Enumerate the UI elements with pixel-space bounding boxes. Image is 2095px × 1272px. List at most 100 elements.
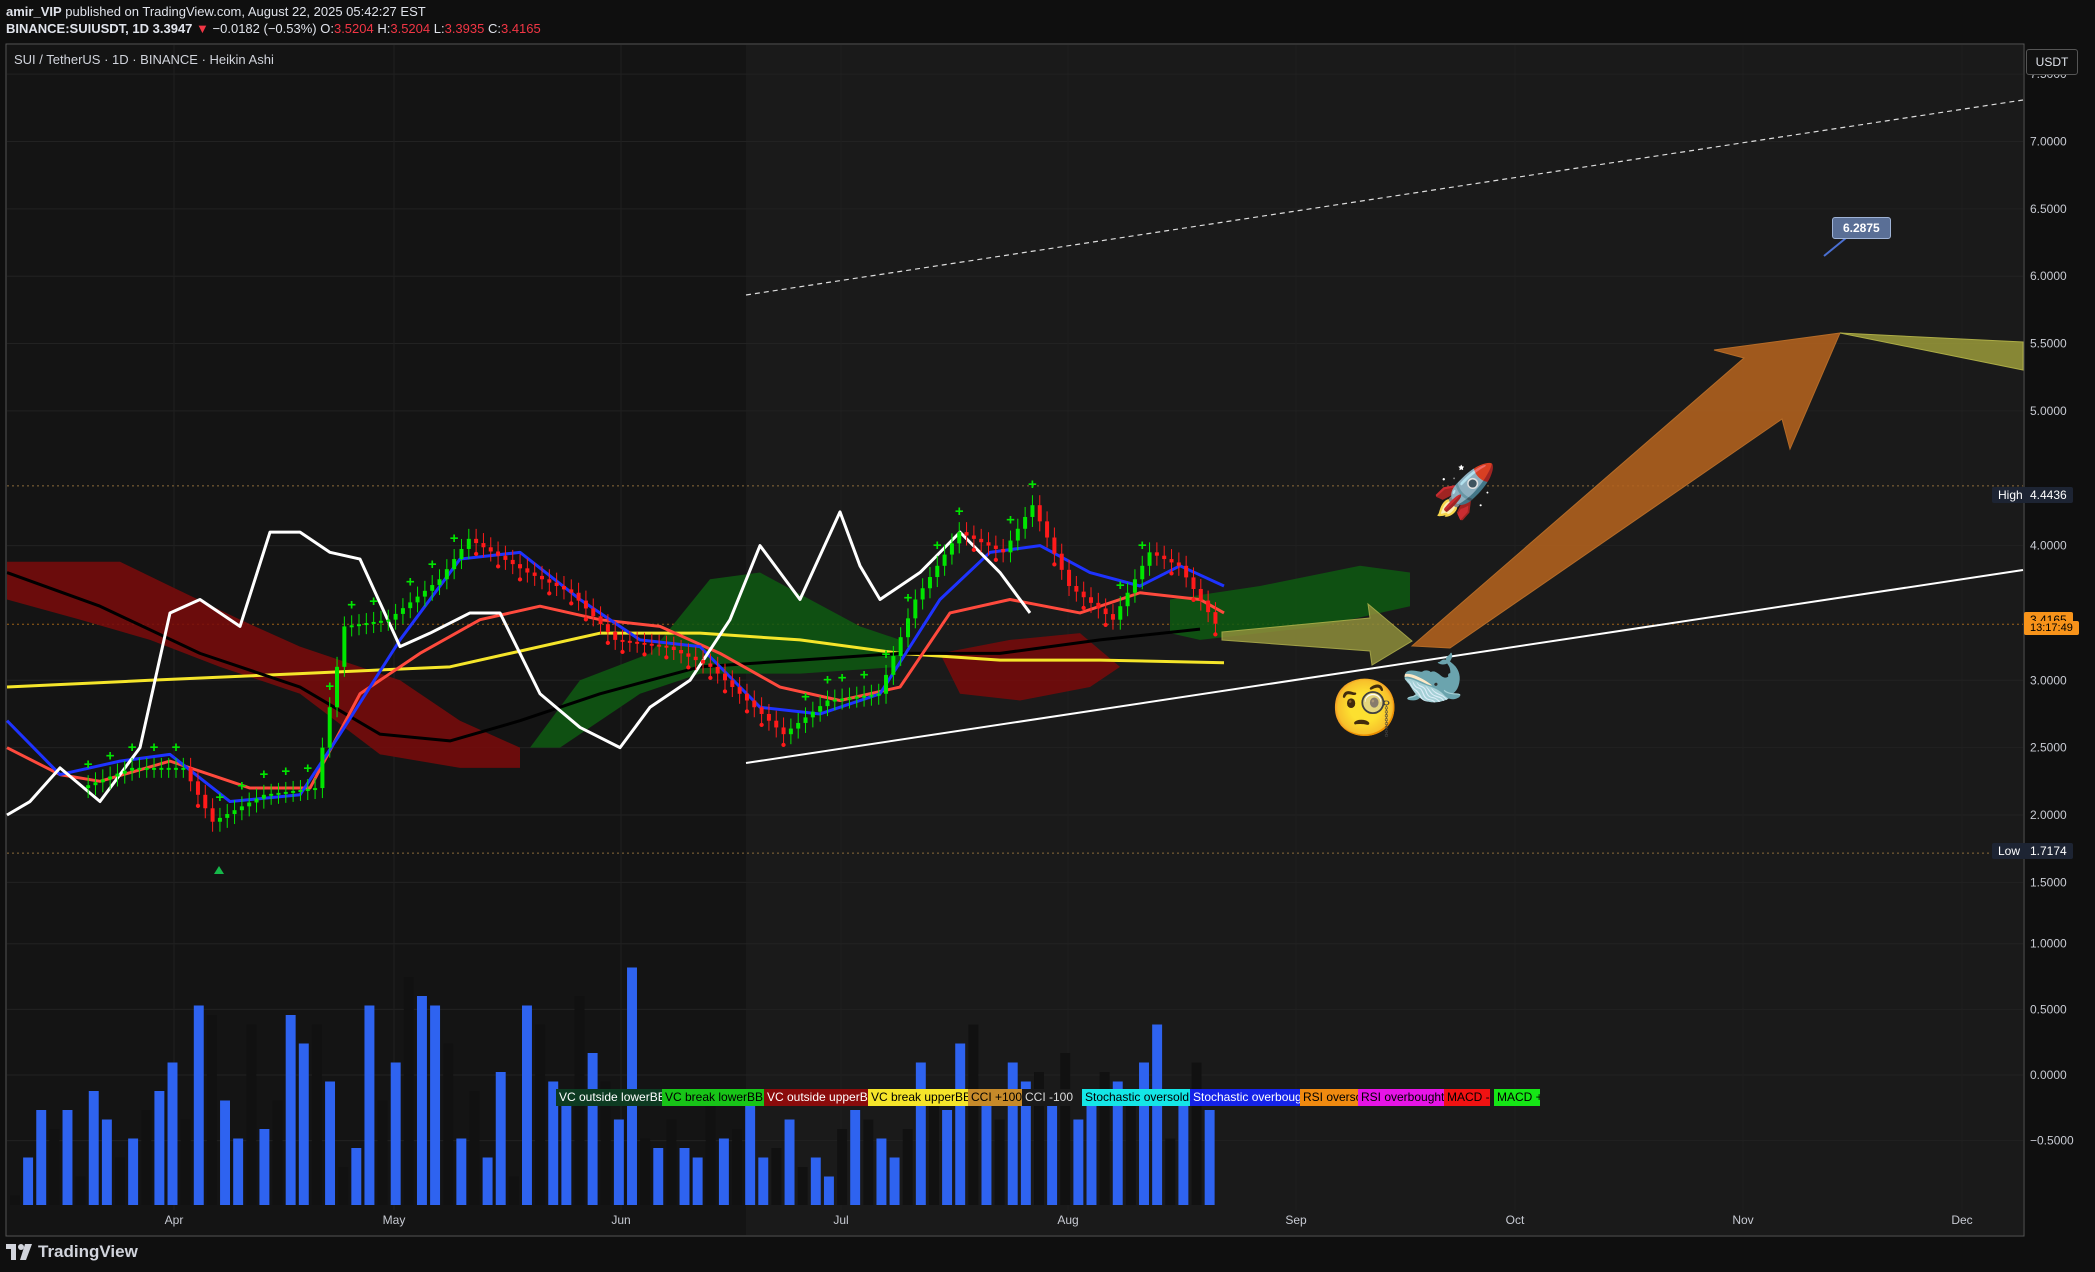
volume-bar <box>272 1100 283 1205</box>
volume-bar <box>482 1157 493 1205</box>
bear-dot-marker: • <box>547 586 552 603</box>
bull-cross-marker: + <box>450 530 459 547</box>
rocket-icon[interactable]: 🚀 <box>1432 462 1497 522</box>
time-tick-label: Dec <box>1951 1213 1972 1227</box>
volume-bar <box>233 1138 244 1205</box>
bull-cross-marker: + <box>106 748 115 765</box>
bear-dot-marker: • <box>1191 592 1196 609</box>
candle-body <box>496 551 501 556</box>
volume-bar <box>325 1081 336 1205</box>
signal-stochastic-overbought: Stochastic overbought <box>1190 1089 1304 1106</box>
candle-body <box>657 644 662 647</box>
candle-body <box>942 554 947 566</box>
candle-body <box>803 717 808 723</box>
candle-body <box>122 770 127 774</box>
bull-cross-marker: + <box>128 739 137 756</box>
whale-icon[interactable]: 🐋 <box>1400 648 1465 708</box>
signal-vc-outside-lowerbb: VC outside lowerBB <box>556 1089 666 1106</box>
volume-bar <box>613 1119 624 1205</box>
candle-body <box>357 624 361 627</box>
volume-bar <box>653 1148 664 1205</box>
volume-bar <box>443 1043 454 1205</box>
volume-bar <box>36 1110 47 1205</box>
candle-body <box>203 794 208 809</box>
price-tick-label: 1.5000 <box>2030 875 2067 889</box>
candle-body <box>1067 569 1072 587</box>
candle-body <box>400 608 405 614</box>
volume-bar <box>193 1005 204 1205</box>
volume-bar <box>942 1110 953 1205</box>
candle-body <box>701 660 706 664</box>
chart-legend[interactable]: SUI / TetherUS · 1D · BINANCE · Heikin A… <box>14 52 274 67</box>
candle-body <box>378 620 383 623</box>
candle-body <box>583 600 588 609</box>
candle-body <box>437 579 442 586</box>
candle-body <box>554 582 559 587</box>
candle-body <box>1176 562 1181 566</box>
candle-body <box>752 700 757 708</box>
candle-body <box>210 808 215 822</box>
candle-body <box>276 792 281 795</box>
time-tick-label: Jul <box>833 1213 848 1227</box>
bull-cross-marker: + <box>347 596 356 613</box>
candle-body <box>459 548 464 560</box>
bear-dot-marker: • <box>722 683 727 700</box>
volume-bar <box>311 1024 322 1205</box>
candle-body <box>986 542 991 546</box>
candle-body <box>525 568 530 573</box>
candle-body <box>1059 553 1064 570</box>
bull-cross-marker: + <box>1138 537 1147 554</box>
volume-bar <box>876 1138 887 1205</box>
price-tick-label: 2.5000 <box>2030 741 2067 755</box>
volume-bar <box>705 1100 716 1205</box>
bull-cross-marker: + <box>955 503 964 520</box>
bear-dot-marker: • <box>605 635 610 652</box>
candle-body <box>927 577 932 589</box>
candle-body <box>488 547 493 552</box>
candle-body <box>444 569 449 580</box>
volume-bar <box>1204 1110 1215 1205</box>
volume-bar <box>732 1129 742 1205</box>
monocle-face-icon[interactable]: 🧐 <box>1330 676 1400 740</box>
candle-body <box>269 793 274 796</box>
currency-button[interactable]: USDT <box>2026 49 2078 75</box>
candle-body <box>891 656 896 675</box>
candle-body <box>561 586 566 590</box>
bull-cross-marker: + <box>801 688 810 705</box>
candle-body <box>1213 612 1218 624</box>
candle-body <box>195 781 200 795</box>
target-price-label[interactable]: 6.2875 <box>1832 217 1891 239</box>
volume-bar <box>75 1176 86 1205</box>
volume-bar <box>810 1157 821 1205</box>
volume-bar <box>1178 1100 1189 1205</box>
volume-bar <box>351 1148 362 1205</box>
bear-dot-marker: • <box>1052 557 1057 574</box>
volume-bar <box>955 1043 966 1205</box>
price-tick-label: 5.5000 <box>2030 337 2067 351</box>
bear-dot-marker: • <box>620 644 625 661</box>
volume-bar <box>416 996 427 1205</box>
candle-body <box>898 637 903 657</box>
bear-dot-marker: • <box>744 704 749 721</box>
price-tick-label: 4.0000 <box>2030 539 2067 553</box>
candle-body <box>840 698 845 701</box>
candle-body <box>1074 586 1079 592</box>
osc-tick-label: 0.5000 <box>2030 1002 2067 1016</box>
candle-body <box>1198 588 1203 601</box>
volume-bar <box>1139 1062 1149 1205</box>
bull-cross-marker: + <box>428 556 437 573</box>
candle-body <box>152 767 157 770</box>
signal-rsi-overbought: RSI overbought <box>1358 1089 1448 1106</box>
volume-bar <box>758 1157 769 1205</box>
candle-body <box>174 767 178 770</box>
volume-bar <box>587 1053 598 1205</box>
tradingview-footer[interactable]: TradingView <box>6 1242 138 1262</box>
candle-body <box>920 588 925 600</box>
volume-bar <box>508 1176 519 1205</box>
candle-body <box>679 649 684 654</box>
candle-body <box>1147 552 1152 566</box>
price-tick-label: 7.0000 <box>2030 135 2067 149</box>
price-chart[interactable]: + + + + + • + + + + + + + + + + + • • • • • • • • • • • • • • • • + + + + + + +… <box>0 0 2095 1272</box>
candle-body <box>832 699 837 702</box>
candle-body <box>335 666 340 708</box>
